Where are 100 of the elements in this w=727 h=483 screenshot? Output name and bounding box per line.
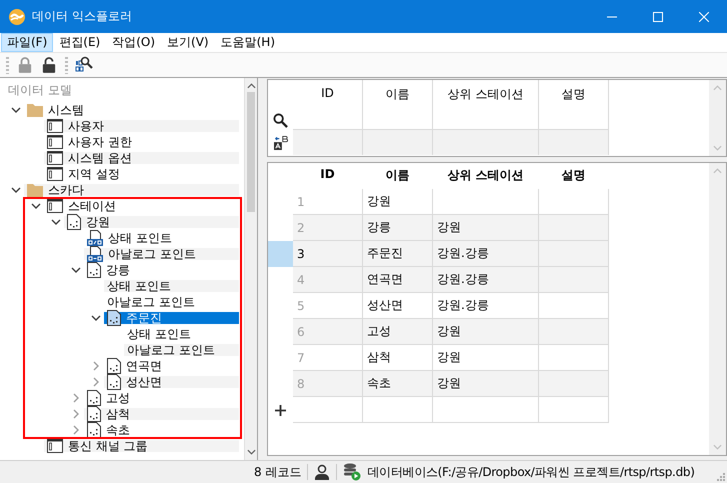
database-path: 데이터베이스(F:/공유/Dropbox/파워씬 프로젝트/rtsp/rtsp.db) bbox=[367, 464, 695, 480]
table-cell: 강릉 bbox=[363, 215, 433, 241]
menu-item[interactable]: 도움말(H) bbox=[214, 33, 281, 52]
table-cell bbox=[539, 241, 609, 267]
filter-cell[interactable] bbox=[293, 130, 363, 155]
table-cell bbox=[539, 215, 609, 241]
menu-item[interactable]: 보기(V) bbox=[161, 33, 215, 52]
table-cell: 3 bbox=[293, 241, 363, 267]
folder-icon bbox=[27, 183, 43, 197]
scroll-thumb[interactable] bbox=[247, 92, 255, 212]
tree-item[interactable]: 강릉 bbox=[84, 264, 239, 276]
folder-icon bbox=[27, 103, 43, 117]
tree-item[interactable]: 상태 포인트 bbox=[84, 232, 239, 244]
document-icon bbox=[107, 310, 121, 326]
table-cell bbox=[539, 371, 609, 397]
current-row-marker[interactable] bbox=[268, 241, 293, 267]
tree-item[interactable]: 스테이션 bbox=[44, 200, 239, 212]
tree-item[interactable]: 아날로그 포인트 bbox=[124, 344, 239, 356]
chevron-down-icon[interactable] bbox=[11, 105, 21, 115]
table-cell: 성산면 bbox=[363, 293, 433, 319]
chevron-right-icon[interactable] bbox=[71, 409, 81, 419]
tree-item[interactable]: 통신 채널 그룹 bbox=[44, 440, 239, 452]
chevron-right-icon[interactable] bbox=[71, 425, 81, 435]
tree-item[interactable]: 속초 bbox=[84, 424, 239, 436]
menu-item[interactable]: 작업(O) bbox=[106, 33, 162, 52]
search-icon[interactable] bbox=[273, 113, 288, 128]
toolbar-grip bbox=[65, 56, 68, 74]
tree-item[interactable]: 지역 설정 bbox=[44, 168, 239, 180]
new-row-cell[interactable] bbox=[363, 397, 433, 423]
close-icon bbox=[699, 12, 709, 22]
filter-cell[interactable] bbox=[433, 130, 539, 155]
document-icon bbox=[87, 390, 101, 406]
table-cell: 강원 bbox=[433, 371, 539, 397]
chevron-right-icon[interactable] bbox=[91, 361, 101, 371]
table-cell bbox=[539, 267, 609, 293]
database-icon bbox=[343, 463, 362, 481]
table-icon bbox=[47, 167, 63, 181]
table-icon bbox=[47, 135, 63, 149]
table-cell: 주문진 bbox=[363, 241, 433, 267]
scroll-up-icon[interactable] bbox=[246, 83, 256, 89]
table-cell: 1 bbox=[293, 189, 363, 215]
table-cell: 강원 bbox=[363, 189, 433, 215]
document-icon bbox=[67, 214, 81, 230]
document-icon bbox=[107, 358, 121, 374]
filter-cell[interactable] bbox=[539, 130, 609, 155]
record-count: 8 레코드 bbox=[254, 464, 302, 480]
tree-item[interactable]: 사용자 권한 bbox=[44, 136, 239, 148]
user-icon[interactable] bbox=[314, 464, 330, 480]
tree-item[interactable]: 아날로그 포인트 bbox=[84, 248, 239, 260]
menu-item[interactable]: 편집(E) bbox=[53, 33, 106, 52]
new-row-cell[interactable] bbox=[433, 397, 539, 423]
table-icon bbox=[47, 151, 63, 165]
chevron-down-icon[interactable] bbox=[71, 265, 81, 275]
table-icon bbox=[47, 119, 63, 133]
chevron-down-icon[interactable] bbox=[51, 217, 61, 227]
tree-item[interactable]: 성산면 bbox=[104, 376, 239, 388]
menu-item[interactable]: 파일(F) bbox=[1, 33, 54, 52]
padlock-icon bbox=[18, 57, 32, 73]
table-cell: 6 bbox=[293, 319, 363, 345]
chevron-down-icon[interactable] bbox=[31, 201, 41, 211]
add-row-icon[interactable] bbox=[275, 404, 286, 416]
chevron-down-icon[interactable] bbox=[11, 185, 21, 195]
table-icon bbox=[47, 199, 63, 213]
chevron-right-icon[interactable] bbox=[91, 377, 101, 387]
tree-item[interactable]: 주문진 bbox=[104, 312, 239, 324]
scrollbar[interactable] bbox=[244, 78, 257, 460]
tree-item[interactable]: 고성 bbox=[84, 392, 239, 404]
new-row-cell[interactable] bbox=[539, 397, 609, 423]
table-cell bbox=[539, 345, 609, 371]
table-cell: 강원 bbox=[433, 345, 539, 371]
tree-item[interactable]: 연곡면 bbox=[104, 360, 239, 372]
document-icon bbox=[107, 374, 121, 390]
toolbar-grip bbox=[6, 56, 9, 74]
tree-item[interactable]: 시스템 옵션 bbox=[44, 152, 239, 164]
table-cell: 4 bbox=[293, 267, 363, 293]
sort-icon[interactable] bbox=[274, 136, 288, 150]
table-cell: 2 bbox=[293, 215, 363, 241]
scroll-down-icon[interactable] bbox=[246, 449, 256, 455]
tree-item[interactable]: 스카다 bbox=[24, 184, 239, 196]
tree-item[interactable]: 상태 포인트 bbox=[104, 280, 239, 292]
tree-item[interactable]: 강원 bbox=[64, 216, 239, 228]
tree-item[interactable]: 아날로그 포인트 bbox=[104, 296, 239, 308]
resize-grip-icon[interactable] bbox=[715, 471, 725, 481]
maximize-icon bbox=[653, 12, 663, 22]
table-cell: 고성 bbox=[363, 319, 433, 345]
tree-item[interactable]: 사용자 bbox=[44, 120, 239, 132]
chevron-right-icon[interactable] bbox=[71, 393, 81, 403]
chevron-down-icon[interactable] bbox=[91, 313, 101, 323]
tree-item[interactable]: 삼척 bbox=[84, 408, 239, 420]
window-title: 데이터 익스플로러 bbox=[32, 8, 132, 25]
tree-item[interactable]: 시스템 bbox=[24, 104, 239, 116]
table-cell: 강원 bbox=[433, 215, 539, 241]
filter-cell[interactable] bbox=[363, 130, 433, 155]
table-cell: 강원.강릉 bbox=[433, 241, 539, 267]
tree-item[interactable]: 상태 포인트 bbox=[124, 328, 239, 340]
document-icon bbox=[87, 422, 101, 438]
analog-point-icon bbox=[87, 246, 103, 262]
open-padlock-icon bbox=[42, 57, 56, 73]
new-row-cell[interactable] bbox=[293, 397, 363, 423]
table-cell: 삼척 bbox=[363, 345, 433, 371]
